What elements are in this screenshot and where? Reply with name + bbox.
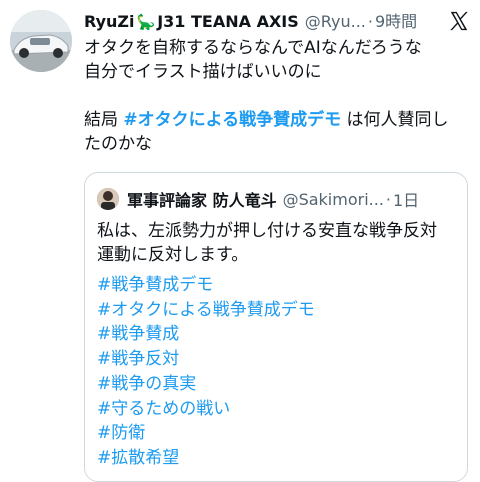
tweet-header: RyuZi 🦕 J31 TEANA AXIS @Ryu... · 9時間 (84, 10, 474, 34)
tweet-text-line: たのかな (84, 134, 152, 154)
hashtag-link[interactable]: #拡散希望 (97, 446, 315, 471)
timestamp[interactable]: 9時間 (375, 11, 417, 33)
author-handle[interactable]: @Ryu... (305, 11, 366, 33)
tweet-text: オタクを自称するならなんでAIなんだろうな 自分でイラスト描けばいいのに 結局 … (84, 36, 468, 156)
quote-author-name[interactable]: 軍事評論家 防人竜斗 (127, 187, 277, 211)
hashtag-link[interactable]: #守るための戦い (97, 397, 315, 422)
quoted-tweet[interactable]: 軍事評論家 防人竜斗 @Sakimori... · 1日 私は、左派勢力が押し付… (84, 172, 468, 482)
hashtag-link[interactable]: #戦争反対 (97, 347, 315, 372)
tweet-text-line: オタクを自称するならなんでAIなんだろうな (84, 38, 422, 58)
hashtag-link[interactable]: #戦争賛成 (97, 322, 315, 347)
tweet-text-fragment: 結局 (84, 110, 124, 130)
x-logo-icon (450, 11, 468, 31)
hashtag-link[interactable]: #オタクによる戦争賛成デモ (97, 298, 315, 323)
hashtag-link[interactable]: #戦争賛成デモ (97, 273, 315, 298)
hashtag-link[interactable]: #戦争の真実 (97, 372, 315, 397)
quote-body: 私は、左派勢力が押し付ける安直な戦争反対 運動に反対します。 (97, 219, 457, 267)
quote-text-line: 私は、左派勢力が押し付ける安直な戦争反対 (97, 221, 437, 241)
quote-text-line: 運動に反対します。 (97, 245, 249, 265)
separator-dot: · (367, 12, 373, 31)
quote-header: 軍事評論家 防人竜斗 @Sakimori... · 1日 (97, 187, 455, 211)
tweet[interactable]: RyuZi 🦕 J31 TEANA AXIS @Ryu... · 9時間 オタク… (0, 0, 480, 482)
quote-avatar[interactable] (97, 188, 119, 210)
hashtag-list: #戦争賛成デモ #オタクによる戦争賛成デモ #戦争賛成 #戦争反対 #戦争の真実… (97, 273, 315, 471)
tweet-text-line: 結局 #オタクによる戦争賛成デモ は何人賛同し (84, 108, 468, 132)
dinosaur-emoji: 🦕 (136, 13, 156, 31)
separator-dot: · (385, 189, 391, 209)
avatar[interactable] (10, 10, 72, 72)
hashtag-link[interactable]: #防衛 (97, 421, 315, 446)
hashtag-link[interactable]: #オタクによる戦争賛成デモ (123, 110, 341, 130)
author-display-name[interactable]: RyuZi (84, 11, 135, 33)
author-display-name-suffix[interactable]: J31 TEANA AXIS (157, 11, 299, 33)
tweet-text-line: 自分でイラスト描けばいいのに (84, 62, 322, 82)
tweet-text-fragment: は何人賛同し (341, 110, 449, 130)
quote-timestamp[interactable]: 1日 (393, 187, 419, 211)
quote-author-handle[interactable]: @Sakimori... (283, 190, 384, 209)
